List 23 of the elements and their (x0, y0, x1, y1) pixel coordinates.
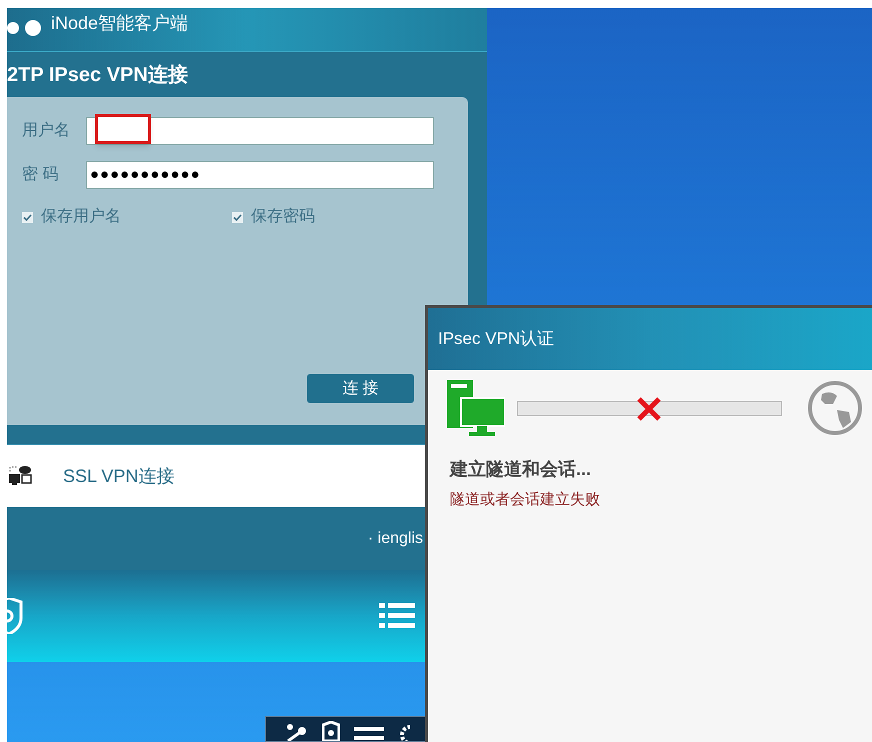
error-text: 隧道或者会话建立失败 (449, 490, 601, 510)
footer-link[interactable]: · ienglis (368, 526, 423, 550)
computer-icon (447, 380, 505, 436)
window-title: iNode智能客户端 (51, 12, 188, 35)
field-label: 密 码 (22, 164, 60, 185)
ssl-vpn-label: SSL VPN连接 (63, 464, 174, 488)
shield-icon[interactable] (322, 721, 340, 741)
password-field[interactable]: ●●●●●●●●●●● (86, 161, 434, 189)
checkbox-label: 保存密码 (251, 206, 315, 227)
share-icon[interactable] (286, 723, 308, 741)
field-label: 用户名 (22, 120, 71, 141)
globe-icon (807, 380, 863, 436)
checkbox[interactable] (22, 212, 33, 222)
connect-button[interactable]: 连 接 (307, 374, 414, 403)
dialog-title: IPsec VPN认证 (438, 328, 554, 350)
checkbox[interactable] (232, 212, 243, 222)
checkbox-label: 保存用户名 (41, 206, 121, 227)
section-heading: 2TP IPsec VPN连接 (7, 62, 189, 88)
shield-icon (7, 598, 23, 634)
status-text: 建立隧道和会话... (448, 458, 592, 481)
network-icon (9, 465, 33, 487)
ssl-vpn-row[interactable]: SSL VPN连接 (7, 445, 425, 507)
menu-icon[interactable] (354, 725, 384, 741)
